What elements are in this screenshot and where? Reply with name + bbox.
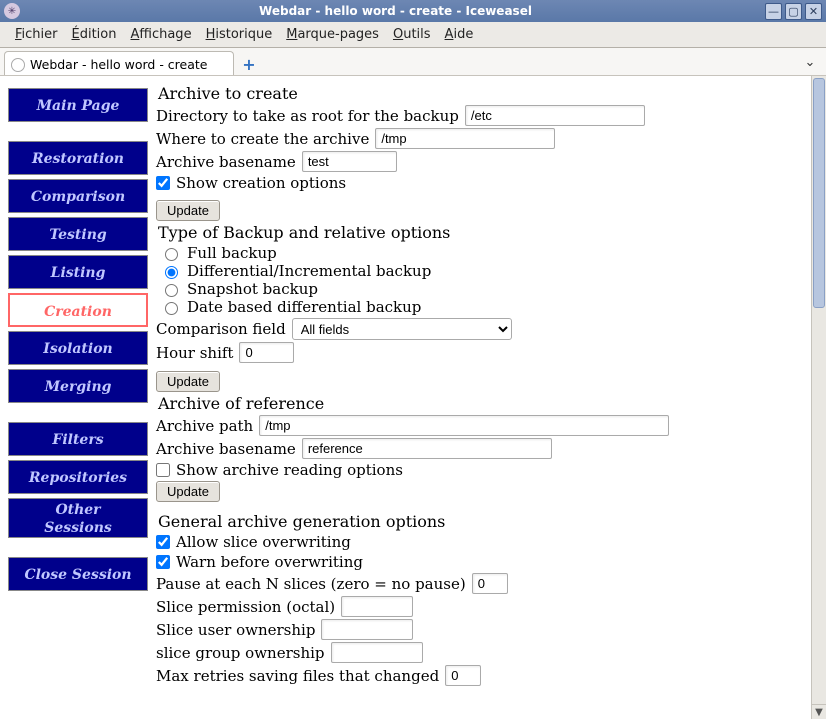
section-backup-type: Type of Backup and relative options [158,223,797,242]
label-ref-path: Archive path [156,417,253,435]
new-tab-button[interactable]: + [238,53,260,75]
radio-snapshot-backup[interactable] [165,284,178,297]
label-ref-basename: Archive basename [156,440,296,458]
input-ref-path[interactable] [259,415,669,436]
label-warn-ow: Warn before overwriting [176,553,363,571]
nav-close-session[interactable]: Close Session [8,557,148,591]
label-full-backup: Full backup [187,244,277,262]
menu-aide[interactable]: Aide [438,25,481,44]
tab-label: Webdar - hello word - create [30,57,207,72]
menu-marque-pages[interactable]: Marque-pages [279,25,386,44]
nav-creation[interactable]: Creation [8,293,148,327]
label-dir-root: Directory to take as root for the backup [156,107,459,125]
creation-form: Archive to create Directory to take as r… [156,82,811,688]
nav-filters[interactable]: Filters [8,422,148,456]
label-where: Where to create the archive [156,130,369,148]
sidebar-nav: Main Page Restoration Comparison Testing… [8,82,148,605]
nav-comparison[interactable]: Comparison [8,179,148,213]
input-pause[interactable] [472,573,508,594]
tab-strip: Webdar - hello word - create + ⌄ [0,48,826,76]
checkbox-warn-ow[interactable] [156,555,170,569]
window-titlebar: ✳ Webdar - hello word - create - Iceweas… [0,0,826,22]
nav-merging[interactable]: Merging [8,369,148,403]
input-slice-perm[interactable] [341,596,413,617]
menu-outils[interactable]: Outils [386,25,438,44]
nav-listing[interactable]: Listing [8,255,148,289]
window-title: Webdar - hello word - create - Iceweasel [26,4,765,18]
input-max-retries[interactable] [445,665,481,686]
nav-testing[interactable]: Testing [8,217,148,251]
scrollbar-down-arrow-icon[interactable]: ▼ [812,704,826,719]
page-content: Main Page Restoration Comparison Testing… [0,76,811,719]
label-max-retries: Max retries saving files that changed [156,667,439,685]
input-slice-user[interactable] [321,619,413,640]
vertical-scrollbar[interactable]: ▼ [811,76,826,719]
label-allow-slice: Allow slice overwriting [176,533,351,551]
input-basename[interactable] [302,151,397,172]
label-slice-user: Slice user ownership [156,621,315,639]
update-button-3[interactable]: Update [156,481,220,502]
browser-tab[interactable]: Webdar - hello word - create [4,51,234,75]
maximize-button[interactable]: ▢ [785,3,802,20]
section-archive-to-create: Archive to create [158,84,797,103]
nav-other-sessions[interactable]: OtherSessions [8,498,148,538]
checkbox-allow-slice[interactable] [156,535,170,549]
section-general-options: General archive generation options [158,512,797,531]
input-ref-basename[interactable] [302,438,552,459]
input-where[interactable] [375,128,555,149]
label-diff-backup: Differential/Incremental backup [187,262,431,280]
radio-diff-backup[interactable] [165,266,178,279]
label-slice-perm: Slice permission (octal) [156,598,335,616]
section-archive-ref: Archive of reference [158,394,797,413]
scrollbar-thumb[interactable] [813,78,825,308]
tab-favicon [11,58,25,72]
close-button[interactable]: ✕ [805,3,822,20]
label-hour-shift: Hour shift [156,344,233,362]
nav-repositories[interactable]: Repositories [8,460,148,494]
menu-edition[interactable]: Édition [65,25,124,44]
label-show-creation: Show creation options [176,174,346,192]
checkbox-show-reading[interactable] [156,463,170,477]
label-show-reading: Show archive reading options [176,461,403,479]
label-slice-group: slice group ownership [156,644,325,662]
update-button-2[interactable]: Update [156,371,220,392]
label-cmp-field: Comparison field [156,320,286,338]
input-hour-shift[interactable] [239,342,294,363]
browser-menubar: Fichier Édition Affichage Historique Mar… [0,22,826,48]
menu-affichage[interactable]: Affichage [123,25,198,44]
tab-dropdown-button[interactable]: ⌄ [800,52,820,72]
input-dir-root[interactable] [465,105,645,126]
nav-restoration[interactable]: Restoration [8,141,148,175]
label-date-backup: Date based differential backup [187,298,421,316]
nav-isolation[interactable]: Isolation [8,331,148,365]
label-basename: Archive basename [156,153,296,171]
update-button-1[interactable]: Update [156,200,220,221]
minimize-button[interactable]: — [765,3,782,20]
checkbox-show-creation[interactable] [156,176,170,190]
select-cmp-field[interactable]: All fields [292,318,512,340]
menu-fichier[interactable]: Fichier [8,25,65,44]
radio-full-backup[interactable] [165,248,178,261]
radio-date-backup[interactable] [165,302,178,315]
nav-main-page[interactable]: Main Page [8,88,148,122]
label-snapshot-backup: Snapshot backup [187,280,318,298]
menu-historique[interactable]: Historique [199,25,280,44]
label-pause: Pause at each N slices (zero = no pause) [156,575,466,593]
input-slice-group[interactable] [331,642,423,663]
app-icon: ✳ [4,3,20,19]
